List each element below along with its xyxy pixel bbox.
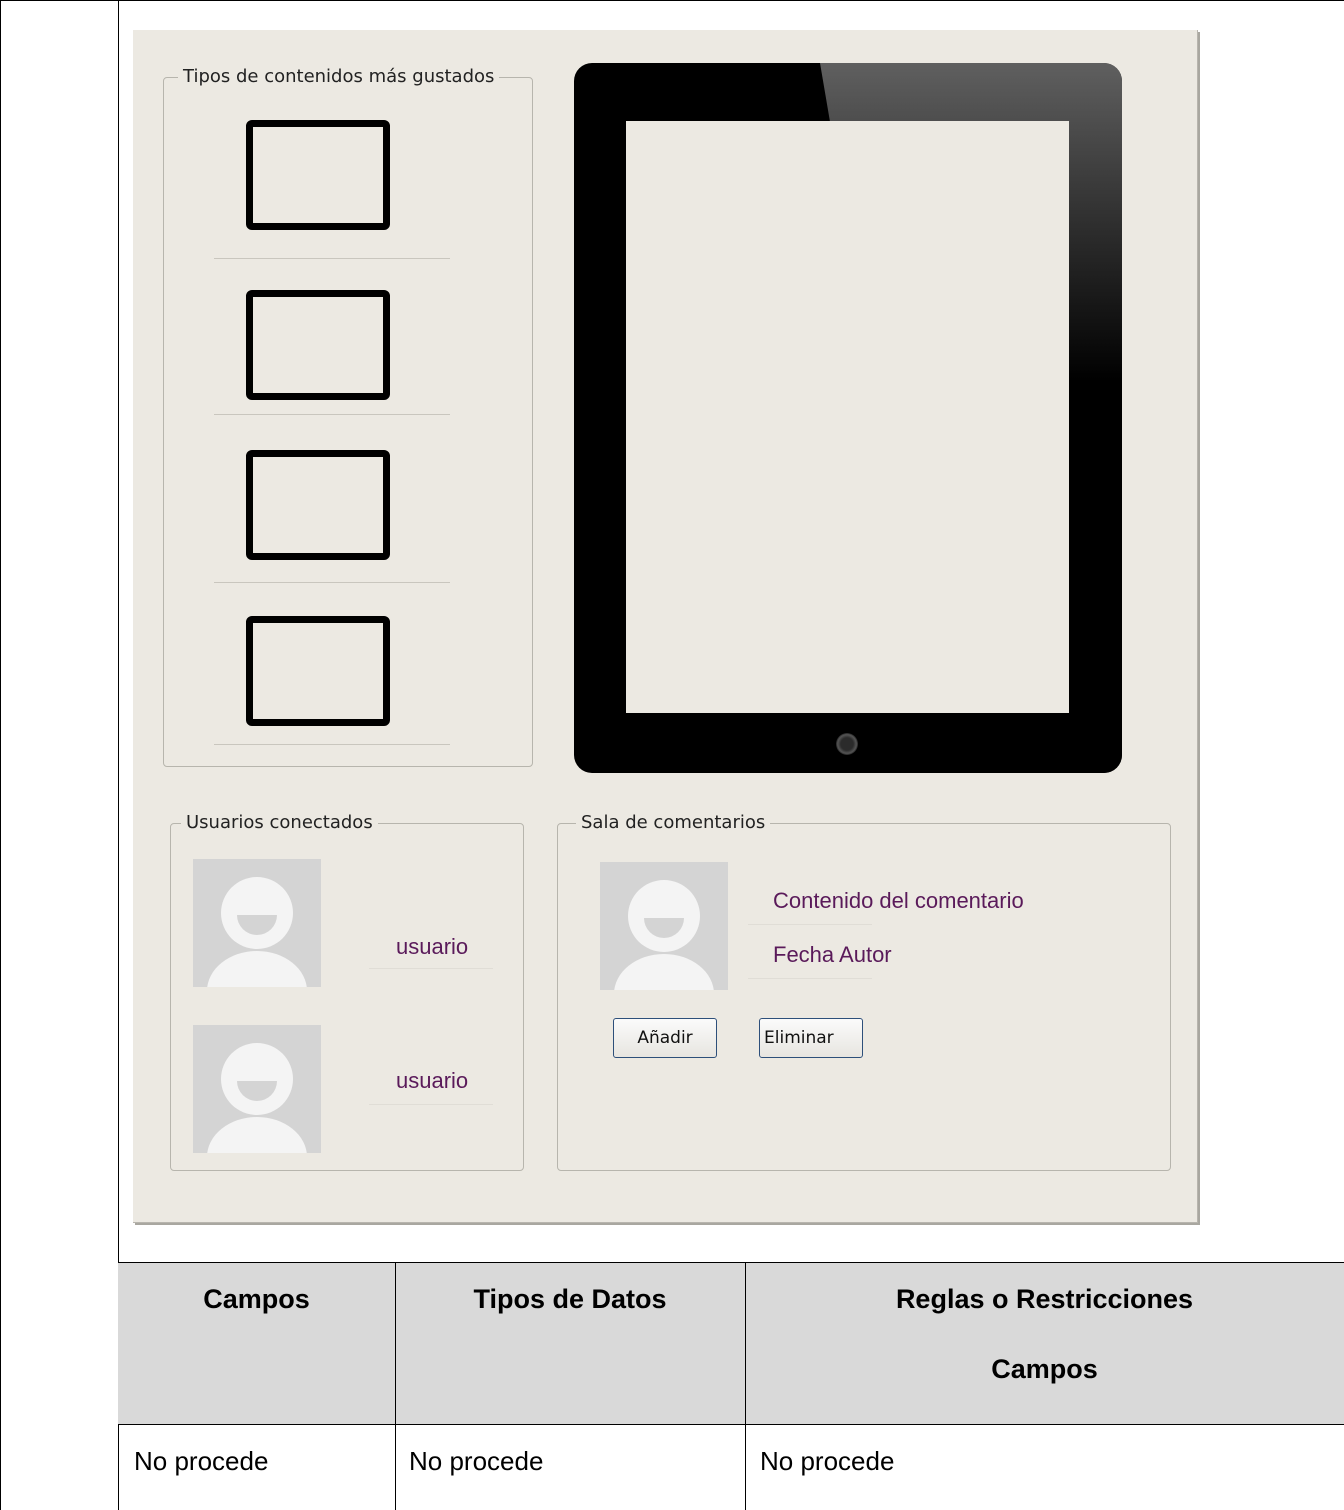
user-avatar-1[interactable] [193,859,321,987]
content-thumbnail-4[interactable] [246,616,390,726]
separator [214,582,450,583]
comments-legend: Sala de comentarios [576,812,771,833]
separator [214,258,450,259]
table-cell: No procede [760,1446,895,1476]
add-button[interactable]: Añadir [613,1018,717,1058]
separator [214,744,450,745]
tablet-preview [574,63,1122,773]
avatar-body [207,1117,307,1153]
avatar-head [628,880,700,952]
comments-group: Sala de comentarios Contenido del coment… [557,812,1171,1171]
tablet-screen[interactable] [626,121,1069,713]
liked-content-legend: Tipos de contenidos más gustados [178,66,500,87]
underline [369,1104,493,1105]
commenter-avatar[interactable] [600,862,728,990]
table-border-top [0,0,1344,1]
content-thumbnail-3[interactable] [246,450,390,560]
table-cell: No procede [134,1446,269,1476]
user-avatar-2[interactable] [193,1025,321,1153]
comment-date-author: Fecha Autor [773,942,892,967]
avatar-body [614,954,714,990]
underline [748,978,872,979]
underline [748,924,872,925]
header-campos: Campos [203,1284,310,1314]
connected-users-group: Usuarios conectados usuario usuario [170,812,524,1171]
header-tipos-de-datos: Tipos de Datos [473,1284,667,1314]
mockup-window: Tipos de contenidos más gustados Usuario… [133,30,1198,1223]
user-name-1: usuario [396,934,469,959]
avatar-head [221,1043,293,1115]
underline [369,968,493,969]
comment-content: Contenido del comentario [773,888,1024,913]
avatar-head [221,877,293,949]
home-button-icon [836,733,858,755]
connected-users-legend: Usuarios conectados [181,812,378,833]
liked-content-group: Tipos de contenidos más gustados [163,66,533,767]
delete-button[interactable]: Eliminar [759,1018,863,1058]
separator [214,414,450,415]
table-cell: No procede [409,1446,544,1476]
content-thumbnail-1[interactable] [246,120,390,230]
header-reglas: Reglas o Restricciones [895,1284,1194,1314]
table-border-left [0,0,1,1510]
header-reglas-campos: Campos [991,1354,1098,1384]
avatar-body [207,951,307,987]
content-thumbnail-2[interactable] [246,290,390,400]
table-row-divider [118,1424,1344,1425]
user-name-2: usuario [396,1068,469,1093]
